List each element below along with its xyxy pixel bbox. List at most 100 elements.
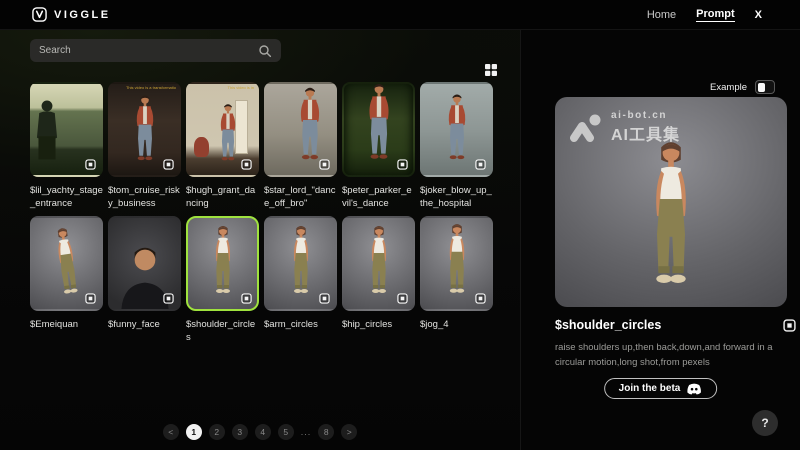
girl-figure [435, 221, 479, 303]
header-nav: Home Prompt X [647, 8, 762, 22]
template-row-2: $Emeiquan $funny_face $shoulder_circles [30, 216, 520, 346]
join-beta-button[interactable]: Join the beta [604, 378, 718, 399]
search-input[interactable] [39, 45, 258, 56]
template-thumbnail[interactable] [420, 82, 493, 177]
template-card-joker[interactable]: $joker_blow_up_the_hospital [420, 82, 493, 212]
page-1-button[interactable]: 1 [186, 424, 202, 440]
template-label: $shoulder_circles [186, 318, 259, 346]
dancer-figure [357, 82, 401, 169]
girl-figure [281, 223, 321, 303]
help-button[interactable]: ? [752, 410, 778, 436]
template-thumbnail[interactable] [264, 216, 337, 311]
preview-title-row: $shoulder_circles [555, 318, 796, 332]
template-thumbnail[interactable] [342, 82, 415, 177]
template-label: $Emeiquan [30, 318, 103, 346]
copy-template-icon[interactable] [319, 293, 330, 304]
dancer-figure [438, 91, 476, 169]
template-card-jog-4[interactable]: $jog_4 [420, 216, 493, 346]
template-label: $joker_blow_up_the_hospital [420, 184, 493, 212]
chair-decor [194, 137, 209, 157]
template-card-hugh-grant[interactable]: This video is in $hugh_grant_dancing [186, 82, 259, 212]
preview-video[interactable]: ai-bot.cn AI工具集 [555, 97, 787, 307]
template-label: $arm_circles [264, 318, 337, 346]
nav-home[interactable]: Home [647, 9, 676, 21]
template-thumbnail[interactable] [420, 216, 493, 311]
copy-template-icon[interactable] [397, 293, 408, 304]
ai-bot-logo-icon [569, 113, 603, 143]
template-card-emeiquan[interactable]: $Emeiquan [30, 216, 103, 346]
search-bar[interactable] [30, 39, 281, 62]
page-2-button[interactable]: 2 [209, 424, 225, 440]
template-thumbnail[interactable] [342, 216, 415, 311]
template-card-lil-yachty[interactable]: $lil_yachty_stage_entrance [30, 82, 103, 212]
template-label: $hip_circles [342, 318, 415, 346]
template-thumbnail[interactable] [30, 216, 103, 311]
copy-template-icon[interactable] [397, 159, 408, 170]
copy-template-icon[interactable] [163, 159, 174, 170]
template-label: $jog_4 [420, 318, 493, 346]
template-card-hip-circles[interactable]: $hip_circles [342, 216, 415, 346]
viggle-logo[interactable]: VIGGLE [32, 7, 111, 22]
example-label: Example [710, 82, 747, 93]
copy-prompt-icon[interactable] [783, 319, 796, 332]
copy-template-icon[interactable] [475, 159, 486, 170]
template-thumbnail[interactable] [108, 216, 181, 311]
brand-name: VIGGLE [54, 9, 111, 21]
template-label: $funny_face [108, 318, 181, 346]
page-8-button[interactable]: 8 [318, 424, 334, 440]
page-5-button[interactable]: 5 [278, 424, 294, 440]
page-next-button[interactable]: > [341, 424, 357, 440]
dancer-figure [212, 101, 245, 169]
copy-template-icon[interactable] [163, 293, 174, 304]
template-card-tom-cruise[interactable]: This video is a transformatio $tom_cruis… [108, 82, 181, 212]
template-row-1: $lil_yachty_stage_entrance This video is… [30, 82, 520, 212]
pagination: < 1 2 3 4 5 ... 8 > [0, 424, 520, 440]
template-thumbnail[interactable] [30, 82, 103, 177]
top-bar: VIGGLE Home Prompt X [0, 0, 800, 30]
template-label: $star_lord_"dance_off_bro" [264, 184, 337, 212]
preview-panel: Example ai-bot.cn AI工具集 $shoulder_circle… [520, 30, 800, 450]
preview-title: $shoulder_circles [555, 318, 661, 332]
video-watermark-text: This video is in [228, 86, 254, 90]
person-silhouette [30, 99, 64, 161]
join-beta-label: Join the beta [619, 383, 681, 394]
template-card-shoulder-circles[interactable]: $shoulder_circles [186, 216, 259, 346]
toggle-knob [758, 83, 765, 92]
template-label: $lil_yachty_stage_entrance [30, 184, 103, 212]
nav-x[interactable]: X [755, 9, 762, 21]
template-card-arm-circles[interactable]: $arm_circles [264, 216, 337, 346]
copy-template-icon[interactable] [241, 159, 252, 170]
page-prev-button[interactable]: < [163, 424, 179, 440]
template-label: $peter_parker_evil's_dance [342, 184, 415, 212]
template-thumbnail-selected[interactable] [186, 216, 259, 311]
discord-icon [686, 383, 702, 395]
viggle-v-icon [32, 7, 47, 22]
grid-view-icon[interactable] [484, 63, 498, 77]
template-thumbnail[interactable] [264, 82, 337, 177]
watermark-site: ai-bot.cn [611, 110, 680, 121]
girl-figure [203, 223, 243, 303]
copy-template-icon[interactable] [319, 159, 330, 170]
template-thumbnail[interactable]: This video is in [186, 82, 259, 177]
template-card-funny-face[interactable]: $funny_face [108, 216, 181, 346]
template-label: $tom_cruise_risky_business [108, 184, 181, 212]
search-icon[interactable] [258, 44, 272, 58]
page-4-button[interactable]: 4 [255, 424, 271, 440]
page-3-button[interactable]: 3 [232, 424, 248, 440]
template-card-star-lord[interactable]: $star_lord_"dance_off_bro" [264, 82, 337, 212]
girl-figure [359, 223, 399, 303]
copy-template-icon[interactable] [85, 293, 96, 304]
example-toggle-switch[interactable] [755, 80, 775, 94]
copy-template-icon[interactable] [241, 293, 252, 304]
dancer-figure [126, 93, 164, 169]
page-ellipsis: ... [301, 427, 312, 437]
dancer-figure [289, 85, 331, 169]
template-card-peter-parker[interactable]: $peter_parker_evil's_dance [342, 82, 415, 212]
copy-template-icon[interactable] [475, 293, 486, 304]
template-label: $hugh_grant_dancing [186, 184, 259, 212]
example-toggle-row: Example [710, 80, 775, 94]
template-thumbnail[interactable]: This video is a transformatio [108, 82, 181, 177]
copy-template-icon[interactable] [85, 159, 96, 170]
nav-prompt[interactable]: Prompt [696, 8, 735, 22]
preview-description: raise shoulders up,then back,down,and fo… [555, 340, 787, 370]
